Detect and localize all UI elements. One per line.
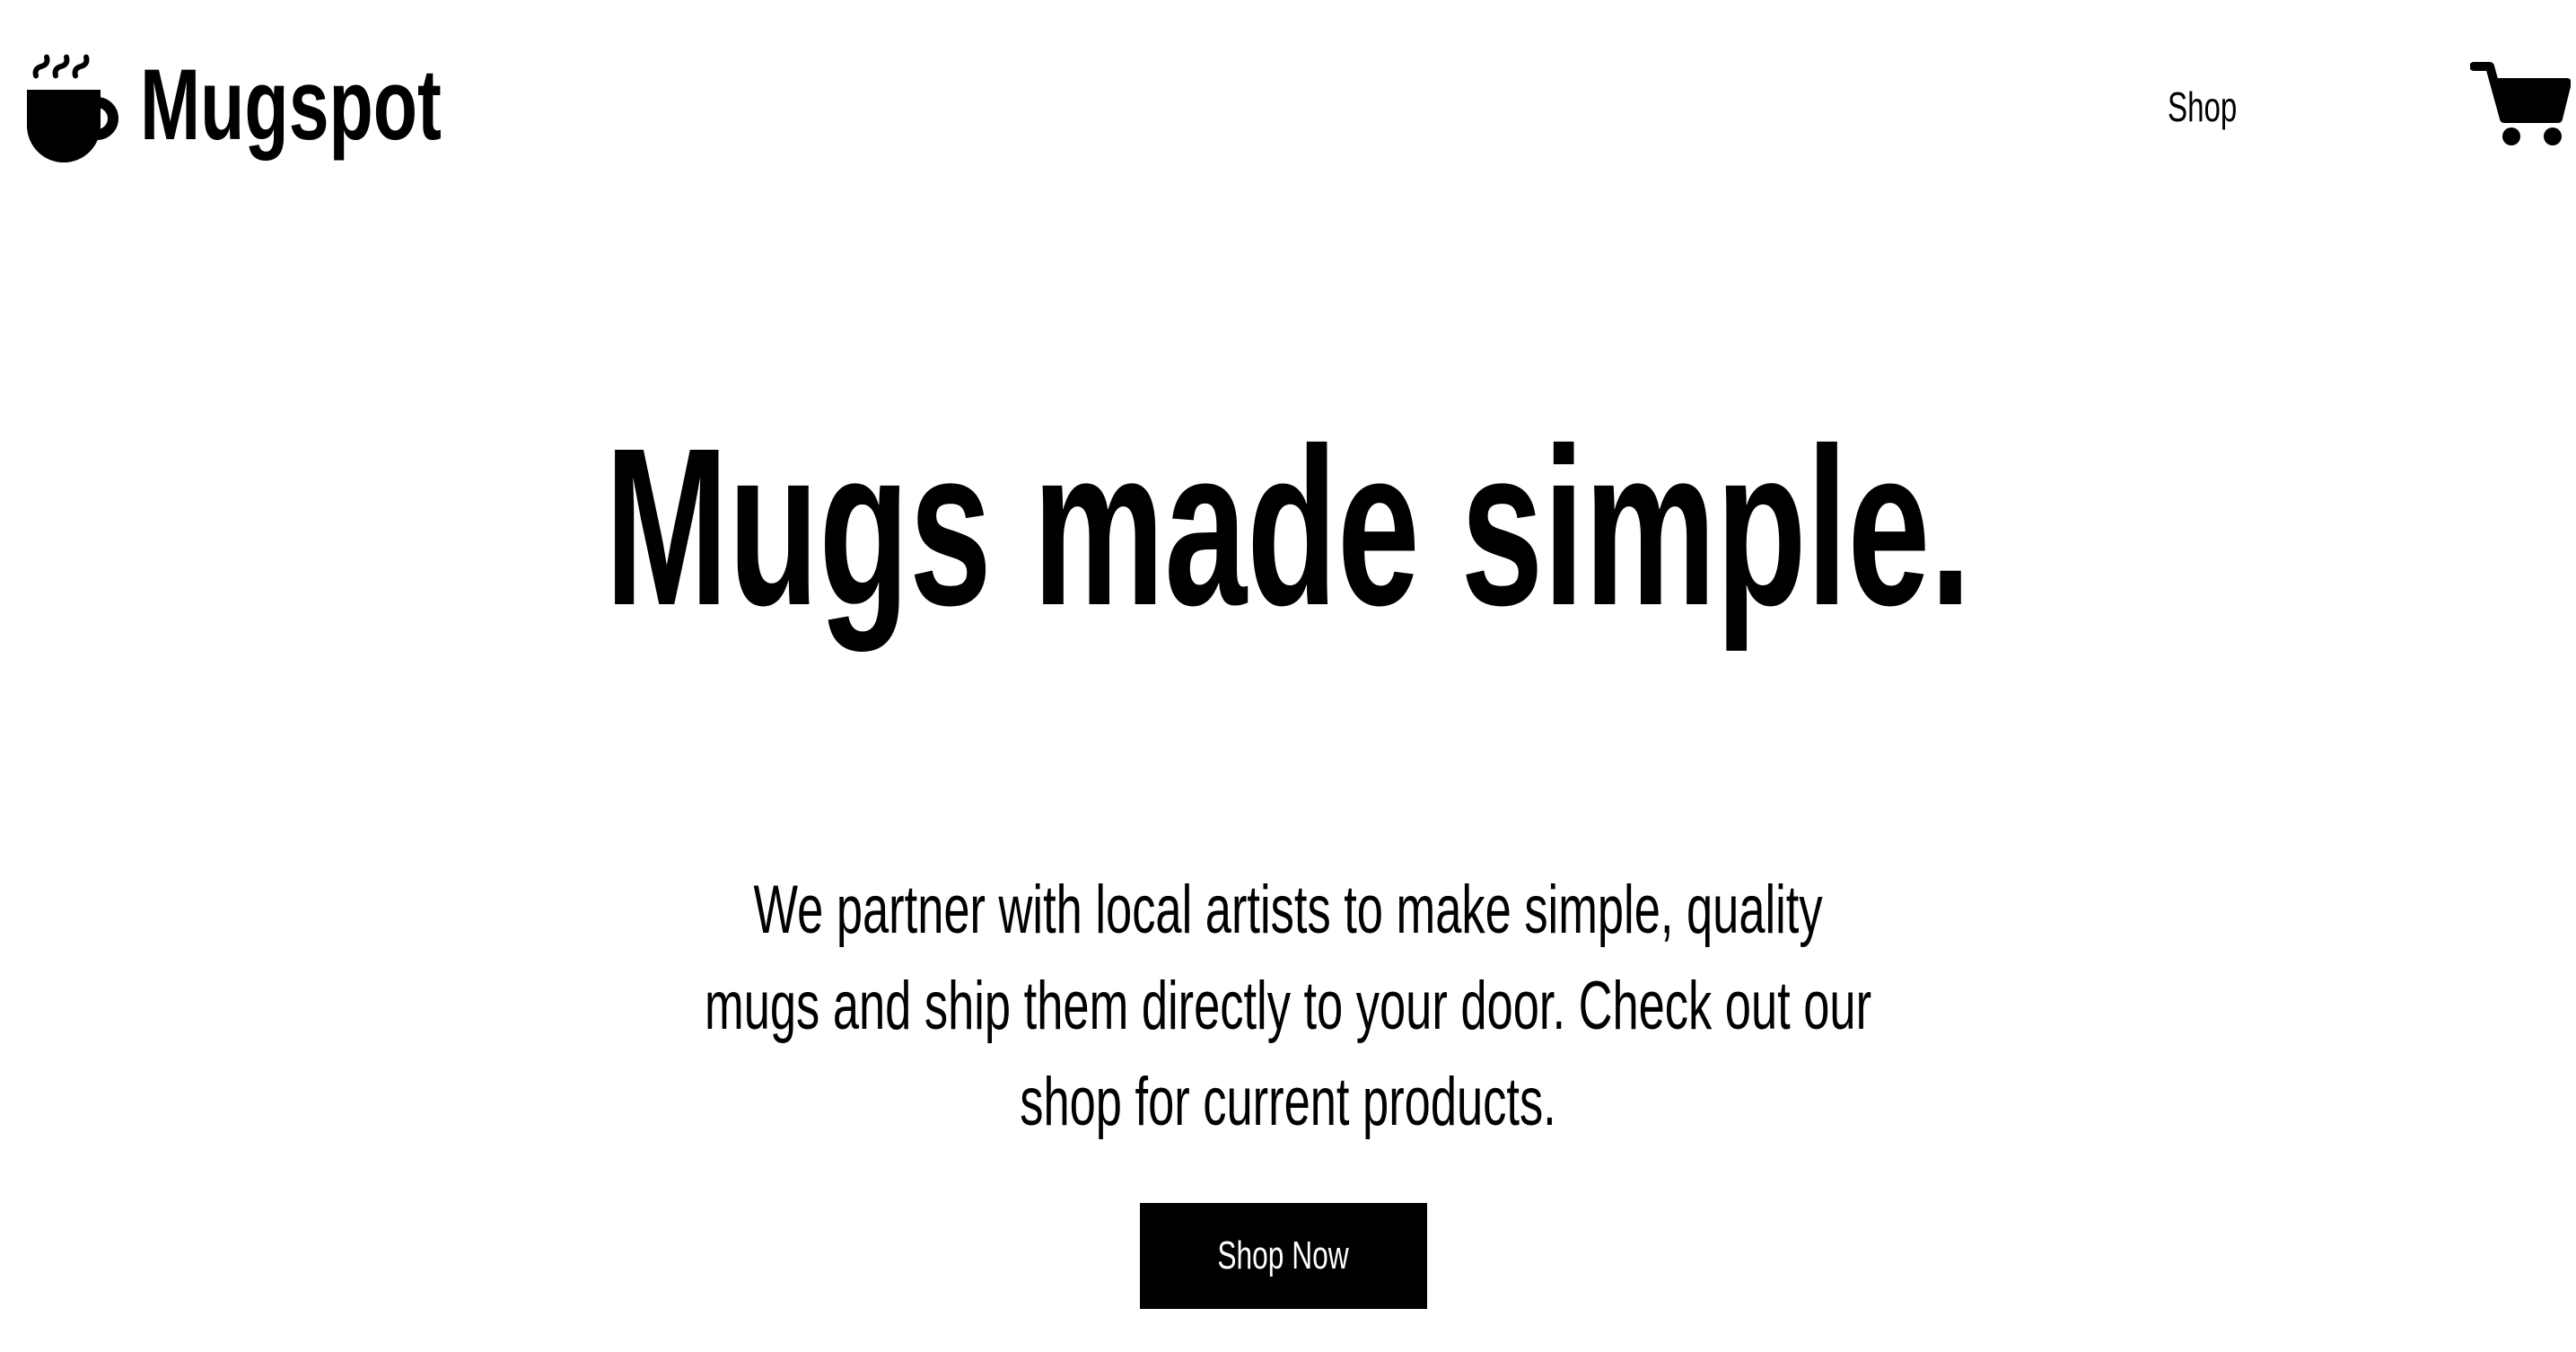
hero-description-line-3: shop for current products. bbox=[1020, 1064, 1556, 1140]
nav-shop-link[interactable]: Shop bbox=[2168, 86, 2237, 127]
site-header: Mugspot Shop bbox=[0, 0, 2576, 224]
hero-description-line: shop for current products. bbox=[0, 1054, 2576, 1150]
shopping-cart-icon[interactable] bbox=[2470, 59, 2571, 149]
hero-title: Mugs made simple. bbox=[0, 415, 2576, 639]
hero-description-line: We partner with local artists to make si… bbox=[0, 862, 2576, 958]
shop-now-button[interactable]: Shop Now bbox=[1140, 1203, 1427, 1309]
hero-title-text: Mugs made simple. bbox=[604, 401, 1972, 652]
shop-now-label: Shop Now bbox=[1217, 1233, 1350, 1277]
hero-description-line-1: We partner with local artists to make si… bbox=[753, 872, 1823, 948]
steaming-mug-icon bbox=[27, 54, 118, 162]
hero-description-line: mugs and ship them directly to your door… bbox=[0, 958, 2576, 1054]
brand-name: Mugspot bbox=[140, 48, 442, 161]
hero-description-line-2: mugs and ship them directly to your door… bbox=[704, 968, 1872, 1044]
hero-description: We partner with local artists to make si… bbox=[0, 862, 2576, 1150]
brand-logo-link[interactable]: Mugspot bbox=[23, 50, 559, 167]
